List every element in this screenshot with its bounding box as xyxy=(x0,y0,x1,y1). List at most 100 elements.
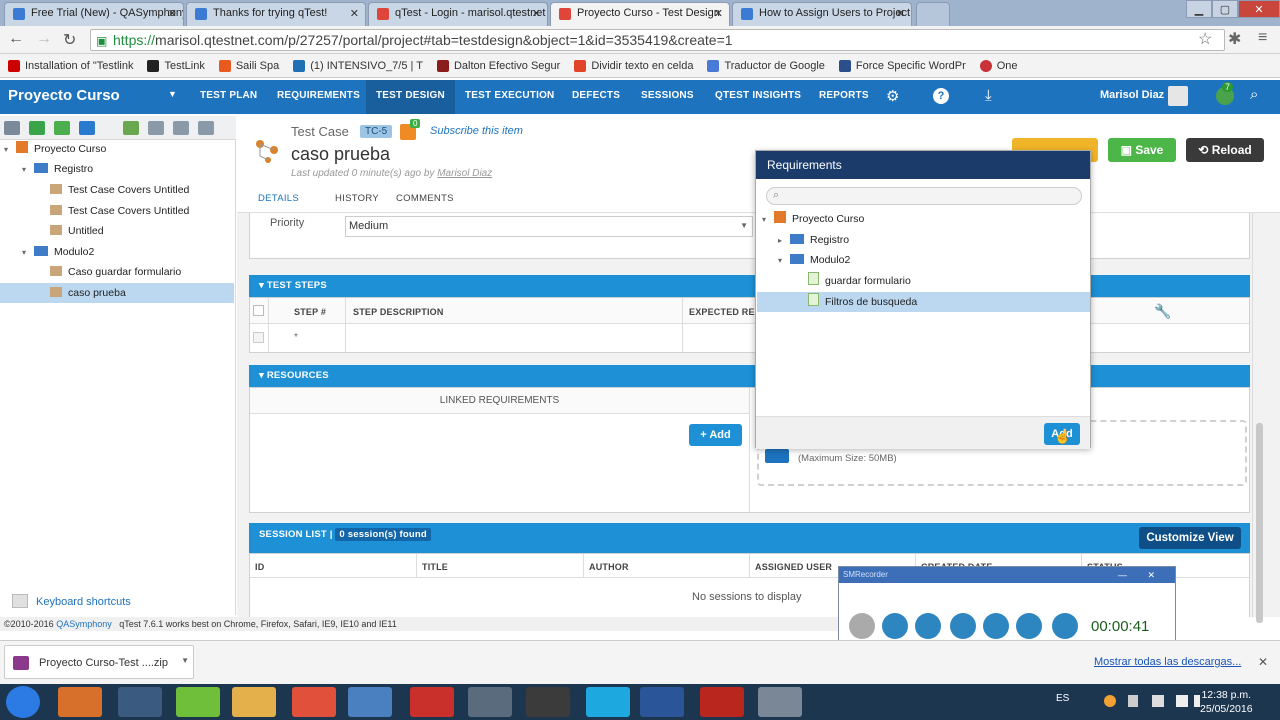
menu-icon[interactable]: ≡ xyxy=(1258,29,1267,47)
forward-icon[interactable]: → xyxy=(36,30,52,48)
minimize-icon[interactable]: — xyxy=(1118,567,1127,583)
nav-test-design[interactable]: TEST DESIGN xyxy=(366,80,455,114)
download-icon[interactable]: ⤓ xyxy=(985,87,992,104)
wrench-icon[interactable]: 🔧 xyxy=(1154,303,1171,320)
tab-comments[interactable]: COMMENTS xyxy=(396,193,454,204)
network-icon[interactable] xyxy=(1176,695,1188,707)
req-tree-node-folder[interactable]: ▾ Modulo2 xyxy=(778,250,850,270)
new-tab-button[interactable] xyxy=(916,2,950,26)
tab-close-icon[interactable]: ✕ xyxy=(168,7,177,20)
reload-button[interactable]: ⟲ Reload xyxy=(1186,138,1264,162)
media-player-icon[interactable] xyxy=(58,687,102,717)
nav-defects[interactable]: DEFECTS xyxy=(562,80,630,114)
back-icon[interactable]: ← xyxy=(8,30,24,48)
user-name[interactable]: Marisol Diaz xyxy=(1100,89,1164,101)
flag-icon[interactable] xyxy=(1152,695,1164,707)
company-link[interactable]: QASymphony xyxy=(56,619,112,629)
recorder-taskbar-icon[interactable] xyxy=(758,687,802,717)
tab-close-icon[interactable]: ✕ xyxy=(896,7,905,20)
add-testcase-icon[interactable] xyxy=(54,120,70,135)
column-header[interactable]: STEP DESCRIPTION xyxy=(353,307,444,317)
folder-icon[interactable] xyxy=(1016,613,1042,639)
bookmark-item[interactable]: Saili Spa xyxy=(218,59,279,72)
search-icon[interactable]: ⌕ xyxy=(1250,86,1258,103)
bookmark-item[interactable]: Force Specific WordPr xyxy=(838,59,966,72)
maximize-icon[interactable]: ▢ xyxy=(1212,0,1238,18)
tab-close-icon[interactable]: ✕ xyxy=(350,7,359,20)
apps-icon[interactable] xyxy=(292,687,336,717)
close-icon[interactable]: ✕ xyxy=(1258,655,1268,669)
browser-tab[interactable]: qTest - Login - marisol.qtestnet ✕ xyxy=(368,2,548,26)
tree-node-project[interactable]: ▾ Proyecto Curso xyxy=(4,139,234,159)
req-tree-node-requirement[interactable]: guardar formulario xyxy=(808,271,911,291)
tray-arrow-icon[interactable] xyxy=(1128,695,1138,707)
tray-icon[interactable] xyxy=(1104,695,1116,707)
browser-tab[interactable]: Free Trial (New) - QASymphony ✕ xyxy=(4,2,184,26)
extension-icon[interactable]: ✱ xyxy=(1228,29,1241,49)
browser-tab[interactable]: Thanks for trying qTest! ✕ xyxy=(186,2,366,26)
download-item[interactable]: Proyecto Curso-Test ....zip ▼ xyxy=(4,645,194,679)
req-tree-node-folder[interactable]: ▸ Registro xyxy=(778,230,849,250)
chevron-down-icon[interactable]: ▼ xyxy=(181,656,189,665)
browser-tab-active[interactable]: Proyecto Curso - Test Design ✕ xyxy=(550,2,730,26)
add-icon[interactable] xyxy=(29,120,45,135)
file-explorer-icon[interactable] xyxy=(232,687,276,717)
expand-icon[interactable] xyxy=(198,120,214,135)
tree-node-folder[interactable]: ▾ Modulo2 xyxy=(22,242,234,262)
language-indicator[interactable]: ES xyxy=(1056,693,1069,704)
test-steps-header[interactable]: ▾ TEST STEPS xyxy=(249,275,1250,297)
add-requirement-button[interactable]: + Add xyxy=(689,424,742,446)
column-header[interactable]: TITLE xyxy=(422,562,448,572)
column-header[interactable]: AUTHOR xyxy=(589,562,629,572)
reload-icon[interactable]: ↻ xyxy=(63,30,76,50)
select-all-checkbox[interactable] xyxy=(253,305,264,316)
new-folder-icon[interactable] xyxy=(4,120,20,135)
xmind-icon[interactable] xyxy=(410,687,454,717)
help-icon[interactable] xyxy=(1052,613,1078,639)
project-title[interactable]: Proyecto Curso xyxy=(8,87,120,104)
scrollbar[interactable] xyxy=(1252,213,1266,623)
page-title[interactable]: caso prueba xyxy=(291,144,390,165)
taskbar-clock[interactable]: 12:38 p.m. 25/05/2016 xyxy=(1200,688,1253,716)
column-header[interactable]: ASSIGNED USER xyxy=(755,562,832,572)
show-all-downloads-link[interactable]: Mostrar todas las descargas... xyxy=(1094,656,1241,668)
bookmark-star-icon[interactable]: ☆ xyxy=(1198,29,1212,49)
browser-tab[interactable]: How to Assign Users to Project ✕ xyxy=(732,2,912,26)
word-icon[interactable] xyxy=(640,687,684,717)
tab-close-icon[interactable]: ✕ xyxy=(532,7,541,20)
nav-sessions[interactable]: SESSIONS xyxy=(631,80,704,114)
tools-icon[interactable] xyxy=(983,613,1009,639)
bookmark-item[interactable]: One xyxy=(979,59,1018,72)
search-icon[interactable] xyxy=(118,687,162,717)
webcam-icon[interactable] xyxy=(468,687,512,717)
tree-node-testcase[interactable]: Test Case Covers Untitled xyxy=(50,180,234,200)
minimize-icon[interactable]: ▁ xyxy=(1186,0,1212,18)
filezilla-icon[interactable] xyxy=(700,687,744,717)
tree-node-folder[interactable]: ▾ Registro xyxy=(22,159,234,179)
start-button-icon[interactable] xyxy=(6,686,40,718)
pause-icon[interactable] xyxy=(882,613,908,639)
bookmark-item[interactable]: Traductor de Google xyxy=(707,59,825,72)
chevron-down-icon[interactable]: ▼ xyxy=(168,89,177,99)
nav-test-execution[interactable]: TEST EXECUTION xyxy=(455,80,564,114)
column-header[interactable]: ID xyxy=(255,562,264,572)
stop-icon[interactable] xyxy=(915,613,941,639)
filter-icon[interactable] xyxy=(79,120,95,135)
updated-by-link[interactable]: Marisol Diaz xyxy=(437,168,492,179)
nav-qtest-insights[interactable]: QTEST INSIGHTS xyxy=(705,80,811,114)
column-header[interactable]: STEP # xyxy=(294,307,326,317)
gear-icon[interactable]: ⚙ xyxy=(886,87,899,105)
tree-node-testcase[interactable]: Untitled xyxy=(50,221,234,241)
req-tree-node-project[interactable]: ▾ Proyecto Curso xyxy=(762,209,864,229)
customize-view-button[interactable]: Customize View xyxy=(1139,527,1241,549)
bookmark-item[interactable]: (1) INTENSIVO_7/5 | T xyxy=(293,59,423,72)
priority-select[interactable]: Medium ▼ xyxy=(345,216,753,237)
req-tree-node-requirement-selected[interactable]: Filtros de busqueda xyxy=(757,292,1090,312)
resources-header[interactable]: ▾ RESOURCES xyxy=(249,365,1250,387)
avatar[interactable] xyxy=(1168,86,1188,106)
chrome-icon[interactable] xyxy=(348,687,392,717)
nav-test-plan[interactable]: TEST PLAN xyxy=(190,80,267,114)
nav-requirements[interactable]: REQUIREMENTS xyxy=(267,80,370,114)
import-icon[interactable] xyxy=(148,120,164,135)
bookmark-item[interactable]: TestLink xyxy=(147,59,205,72)
